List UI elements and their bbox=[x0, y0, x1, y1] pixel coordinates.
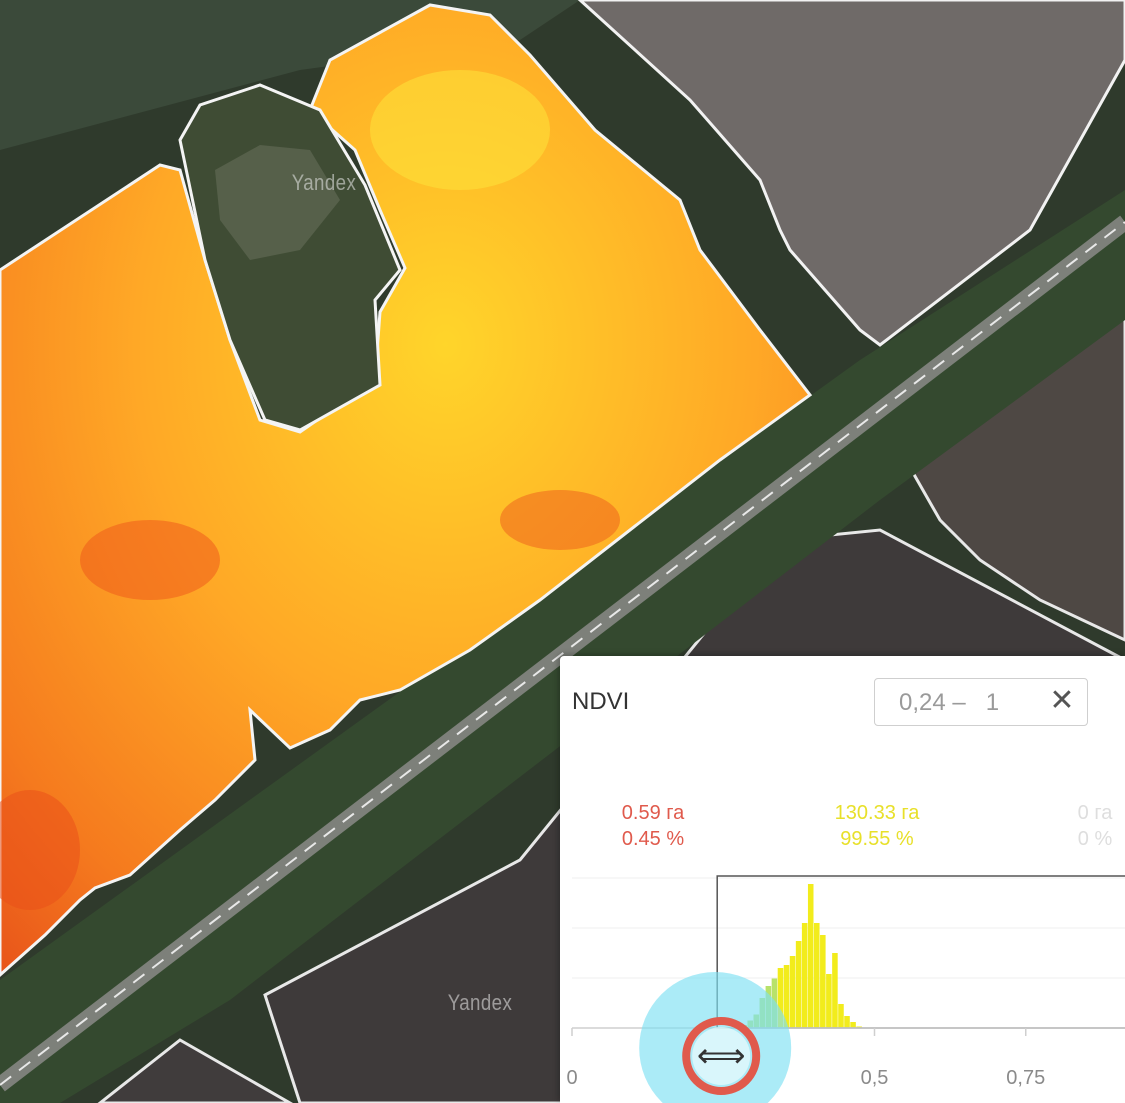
stat-area: 130.33 га bbox=[834, 802, 920, 824]
stat-above-range: 0 га 0 % bbox=[1050, 800, 1125, 852]
histogram-bar bbox=[820, 935, 826, 1028]
stat-area: 0 га bbox=[1077, 802, 1113, 824]
x-tick-label: 0,5 bbox=[861, 1067, 889, 1089]
ndvi-panel: NDVI 0,24 – 1 ✕ 0.59 га 0.45 % 130.33 га… bbox=[560, 656, 1125, 1103]
panel-title: NDVI bbox=[572, 688, 630, 715]
stat-percent: 0 % bbox=[1077, 828, 1113, 850]
close-icon[interactable]: ✕ bbox=[1047, 685, 1077, 717]
histogram-bar bbox=[844, 1016, 850, 1028]
map-watermark: Yandex bbox=[291, 170, 357, 195]
histogram-bar bbox=[832, 953, 838, 1028]
range-high: 1 bbox=[985, 689, 1000, 716]
histogram-bar bbox=[826, 974, 832, 1028]
map-watermark: Yandex bbox=[447, 990, 513, 1015]
histogram-bar bbox=[801, 923, 808, 1028]
x-axis-ticks: 0 0,5 0,75 bbox=[566, 1028, 1045, 1089]
stat-below-range: 0.59 га 0.45 % bbox=[598, 800, 708, 852]
histogram-bar bbox=[838, 1004, 844, 1028]
stat-percent: 0.45 % bbox=[621, 828, 685, 850]
histogram-bar bbox=[789, 956, 796, 1028]
x-tick-label: 0,75 bbox=[1006, 1067, 1045, 1089]
range-low: 0,24 bbox=[899, 689, 946, 716]
histogram-bar bbox=[814, 923, 820, 1028]
x-tick-label: 0 bbox=[566, 1067, 577, 1089]
histogram-bar bbox=[850, 1022, 856, 1028]
stat-percent: 99.55 % bbox=[840, 828, 914, 850]
stat-area: 0.59 га bbox=[621, 802, 685, 824]
double-arrow-icon[interactable]: ⟺ bbox=[697, 1036, 746, 1076]
stat-in-range: 130.33 га 99.55 % bbox=[812, 800, 942, 852]
low-ndvi-zone bbox=[80, 520, 220, 600]
low-ndvi-zone bbox=[500, 490, 620, 550]
high-ndvi-zone bbox=[370, 70, 550, 190]
histogram-bar bbox=[795, 941, 802, 1028]
histogram-bar bbox=[807, 884, 814, 1028]
range-separator: – bbox=[952, 689, 966, 716]
ndvi-histogram[interactable]: 0 0,5 0,75 ⟺ bbox=[560, 866, 1125, 1103]
range-value: 0,24 – 1 bbox=[899, 689, 999, 717]
ndvi-range-filter[interactable]: 0,24 – 1 ✕ bbox=[874, 678, 1088, 726]
